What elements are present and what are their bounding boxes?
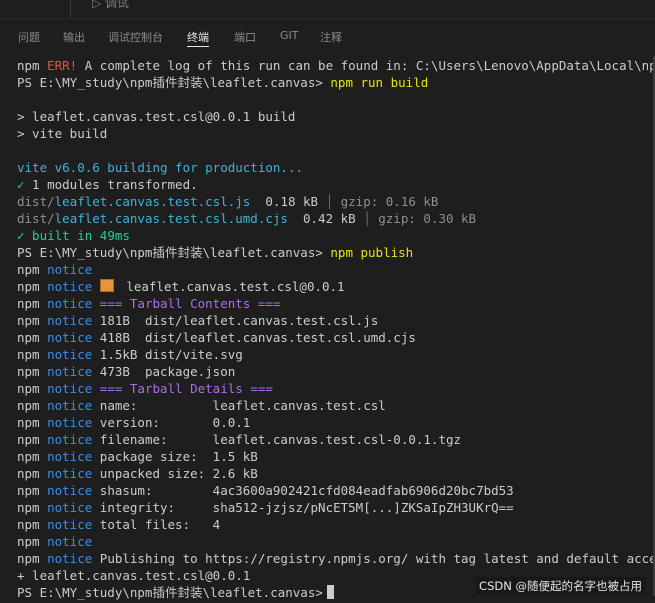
terminal-line: npm notice integrity: sha512-jzjsz/pNcET…	[17, 500, 514, 515]
terminal-prompt: PS E:\MY_study\npm插件封装\leaflet.canvas> n…	[17, 75, 429, 90]
debug-codelens[interactable]: ▷ 调试	[92, 0, 129, 11]
terminal-cursor	[326, 585, 334, 599]
package-icon	[99, 279, 114, 292]
tab-debug-console[interactable]: 调试控制台	[108, 29, 163, 45]
tab-comments[interactable]: 注释	[320, 29, 342, 45]
panel-tab-bar: 问题 输出 调试控制台 终端 端口 GIT 注释	[0, 18, 655, 55]
terminal-line: > vite build	[17, 126, 108, 141]
terminal-line: npm notice === Tarball Contents ===	[17, 296, 281, 311]
terminal-line: npm notice 473B package.json	[17, 364, 236, 379]
terminal-line: npm notice Publishing to https://registr…	[17, 551, 655, 566]
terminal-line: npm notice package size: 1.5 kB	[17, 449, 258, 464]
terminal-line: npm notice 1.5kB dist/vite.svg	[17, 347, 243, 362]
watermark: CSDN @随便起的名字也被占用	[476, 577, 645, 595]
terminal-line: ✓ built in 49ms	[17, 228, 130, 243]
tab-output[interactable]: 输出	[63, 29, 85, 45]
terminal-line: npm ERR! A complete log of this run can …	[17, 58, 655, 73]
terminal-line: npm notice filename: leaflet.canvas.test…	[17, 432, 462, 447]
terminal-line: npm notice 418B dist/leaflet.canvas.test…	[17, 330, 416, 345]
terminal-line: npm notice	[17, 534, 93, 549]
editor-edge: ▷ 调试	[0, 0, 655, 18]
terminal-prompt: PS E:\MY_study\npm插件封装\leaflet.canvas> n…	[17, 245, 414, 260]
terminal-line: npm notice === Tarball Details ===	[17, 381, 273, 396]
terminal-line: npm notice shasum: 4ac3600a902421cfd084e…	[17, 483, 514, 498]
terminal-line: > leaflet.canvas.test.csl@0.0.1 build	[17, 109, 296, 124]
tab-git[interactable]: GIT	[280, 29, 299, 42]
terminal-line: + leaflet.canvas.test.csl@0.0.1	[17, 568, 251, 583]
tab-terminal-label: 终端	[187, 31, 209, 44]
tab-terminal[interactable]: 终端	[187, 29, 209, 47]
terminal-line: npm notice 181B dist/leaflet.canvas.test…	[17, 313, 379, 328]
terminal-line: dist/leaflet.canvas.test.csl.js 0.18 kB …	[17, 194, 439, 209]
tab-ports[interactable]: 端口	[234, 29, 256, 45]
terminal-line: npm notice	[17, 262, 93, 277]
terminal-line: ✓ 1 modules transformed.	[17, 177, 198, 192]
terminal-line: npm notice unpacked size: 2.6 kB	[17, 466, 258, 481]
tab-problems[interactable]: 问题	[18, 29, 40, 45]
terminal-line: npm notice version: 0.0.1	[17, 415, 251, 430]
terminal-prompt[interactable]: PS E:\MY_study\npm插件封装\leaflet.canvas>	[17, 584, 334, 601]
terminal-line: npm notice leaflet.canvas.test.csl@0.0.1	[17, 279, 345, 294]
terminal-line: vite v6.0.6 building for production...	[17, 160, 303, 175]
editor-gutter-edge	[70, 0, 71, 18]
terminal-line: dist/leaflet.canvas.test.csl.umd.cjs 0.4…	[17, 211, 477, 226]
active-tab-underline	[187, 46, 209, 47]
terminal-line: npm notice name: leaflet.canvas.test.csl	[17, 398, 386, 413]
terminal-line: npm notice total files: 4	[17, 517, 221, 532]
terminal-output[interactable]: npm ERR! A complete log of this run can …	[0, 56, 655, 603]
